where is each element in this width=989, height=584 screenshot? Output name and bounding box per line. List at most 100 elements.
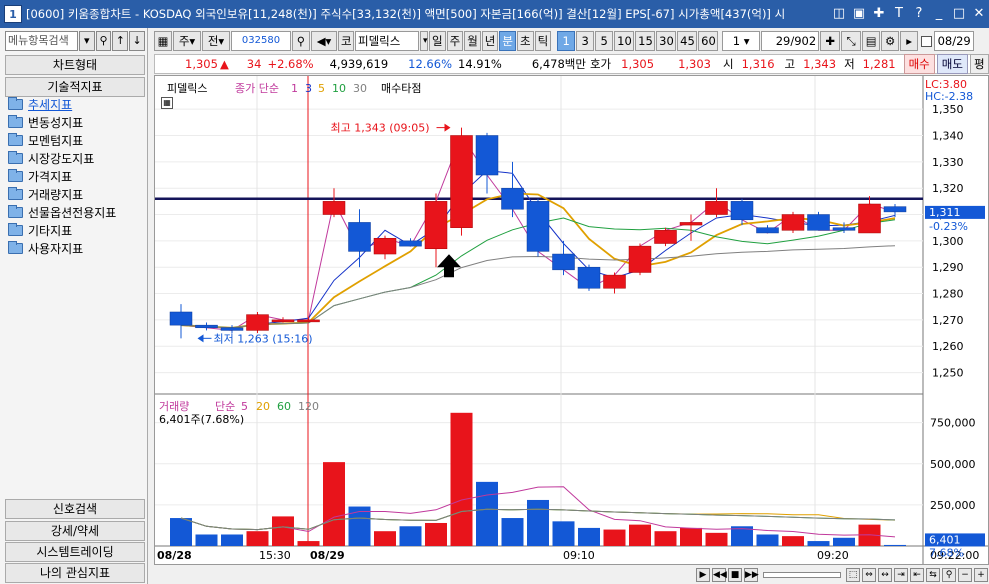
crosshair-icon[interactable]: ✚	[820, 31, 841, 51]
tree-item-market-strength[interactable]: 시장강도지표	[8, 149, 146, 167]
font-icon[interactable]: T	[889, 4, 909, 24]
sound-icon[interactable]: ◀▾	[311, 31, 337, 51]
candle	[730, 201, 754, 221]
tree-item-momentum[interactable]: 모멘텀지표	[8, 131, 146, 149]
zoom-icon[interactable]: ⚲	[942, 567, 956, 582]
interval-45[interactable]: 45	[677, 31, 698, 51]
chart-area[interactable]: 1,3501,3401,3301,3201,3101,3001,2901,280…	[154, 75, 989, 565]
tree-item-volume[interactable]: 거래량지표	[8, 185, 146, 203]
stock-name-field[interactable]: 피델릭스	[355, 31, 419, 51]
zoom-fit-icon[interactable]: ⬚	[846, 567, 860, 582]
unit-select[interactable]: 1 ▾	[722, 31, 761, 51]
tree-item-futures[interactable]: 선물옵션전용지표	[8, 203, 146, 221]
tf-month[interactable]: 월	[464, 31, 481, 51]
help-icon[interactable]: ?	[909, 4, 929, 24]
period-select[interactable]: 전▾	[202, 31, 230, 51]
nav-next-icon[interactable]: ▶▶	[744, 567, 759, 582]
vol-ma-60: 60	[277, 400, 291, 413]
maximize-icon[interactable]: □	[949, 4, 969, 24]
sidebar-search: 메뉴항목검색 ▾ ⚲ ↑ ↓	[5, 31, 146, 51]
tf-year[interactable]: 년	[481, 31, 499, 51]
interval-5[interactable]: 5	[595, 31, 614, 51]
minus-icon[interactable]: −	[958, 567, 972, 582]
tree-item-user[interactable]: 사용자지표	[8, 239, 146, 257]
code-input[interactable]: 032580	[231, 31, 291, 51]
table-icon[interactable]: ▦	[161, 97, 173, 109]
volume-bar	[450, 412, 473, 546]
tile-icon[interactable]: ▣	[849, 4, 869, 24]
up-icon[interactable]: ↑	[112, 31, 129, 51]
restore-icon[interactable]: ◫	[829, 4, 849, 24]
step-icon[interactable]: ⇤	[910, 567, 924, 582]
tree-item-volatility[interactable]: 변동성지표	[8, 113, 146, 131]
interval-3[interactable]: 3	[576, 31, 595, 51]
up-arrow-icon: ▲	[219, 57, 229, 71]
tf-week[interactable]: 주	[446, 31, 464, 51]
high-annotation: 최고 1,343 (09:05)	[331, 122, 430, 135]
nav-prev-icon[interactable]: ◀◀	[712, 567, 727, 582]
search-icon[interactable]: ⚲	[95, 31, 112, 51]
nav-stop-icon[interactable]: ■	[728, 567, 742, 582]
sidebar-my-indicators[interactable]: 나의 관심지표	[5, 563, 145, 583]
interval-1[interactable]: 1	[557, 31, 576, 51]
eval-button[interactable]: 평	[969, 54, 989, 74]
tree-item-price[interactable]: 가격지표	[8, 167, 146, 185]
pan-icon[interactable]: ⇆	[926, 567, 940, 582]
scroll-slider[interactable]	[763, 571, 841, 578]
save-icon[interactable]: ▤	[862, 31, 881, 51]
pin-icon[interactable]: ✚	[869, 4, 889, 24]
nav-first-icon[interactable]: ▶	[696, 567, 710, 582]
tf-second[interactable]: 초	[516, 31, 534, 51]
more-icon[interactable]: ▸	[900, 31, 919, 51]
tree-item-other[interactable]: 기타지표	[8, 221, 146, 239]
x-tick-label: 09:10	[563, 549, 595, 562]
grid-icon[interactable]: ▦	[154, 31, 172, 51]
sell-button[interactable]: 매도	[936, 54, 968, 74]
stock-dropdown-icon[interactable]: ▾	[420, 31, 428, 51]
tf-tick[interactable]: 틱	[534, 31, 552, 51]
interval-10[interactable]: 10	[614, 31, 635, 51]
buy-button[interactable]: 매수	[903, 54, 935, 74]
draw-icon[interactable]: ⤡	[841, 31, 862, 51]
tree-item-trend[interactable]: 추세지표	[8, 95, 146, 113]
sidebar-header-chart-type[interactable]: 차트형태	[5, 55, 145, 75]
folder-icon	[8, 96, 23, 110]
interval-15[interactable]: 15	[635, 31, 656, 51]
sidebar-strength[interactable]: 강세/약세	[5, 521, 145, 541]
candle	[450, 135, 473, 228]
tf-day[interactable]: 일	[429, 31, 446, 51]
folder-icon	[8, 222, 23, 236]
search-dropdown-icon[interactable]: ▾	[78, 31, 95, 51]
shrink-icon[interactable]: ⇥	[894, 567, 908, 582]
count-field[interactable]: 29/902	[761, 31, 820, 51]
sidebar-header-technical[interactable]: 기술적지표	[5, 77, 145, 97]
candle	[781, 214, 805, 231]
current-percent-label: -0.23%	[929, 220, 968, 233]
minimize-icon[interactable]: _	[929, 4, 949, 24]
search-icon[interactable]: ⚲	[292, 31, 310, 51]
tf-minute[interactable]: 분	[499, 31, 516, 51]
plus-icon[interactable]: +	[974, 567, 988, 582]
sidebar-system-trading[interactable]: 시스템트레이딩	[5, 542, 145, 562]
chart-svg[interactable]: 1,3501,3401,3301,3201,3101,3001,2901,280…	[155, 76, 988, 564]
down-icon[interactable]: ↓	[129, 31, 146, 51]
kind-select[interactable]: 코	[338, 31, 354, 51]
sidebar-signal-search[interactable]: 신호검색	[5, 499, 145, 519]
volume-bar	[603, 529, 626, 546]
interval-60[interactable]: 60	[698, 31, 719, 51]
low-price: 1,281	[862, 57, 896, 71]
date-checkbox[interactable]	[921, 35, 933, 47]
close-icon[interactable]: ✕	[969, 4, 989, 24]
folder-icon	[8, 240, 23, 254]
gear-icon[interactable]: ⚙	[881, 31, 900, 51]
candle	[322, 201, 346, 215]
volume-bar	[221, 534, 243, 546]
market-select[interactable]: 주▾	[173, 31, 201, 51]
date-field[interactable]: 08/29	[934, 31, 975, 51]
zoom-range-icon[interactable]: ⇔	[862, 567, 876, 582]
menu-search-input[interactable]: 메뉴항목검색	[5, 31, 78, 51]
volume-bar	[807, 541, 830, 546]
interval-30[interactable]: 30	[656, 31, 677, 51]
expand-icon[interactable]: ↔	[878, 567, 892, 582]
candle	[883, 206, 907, 213]
